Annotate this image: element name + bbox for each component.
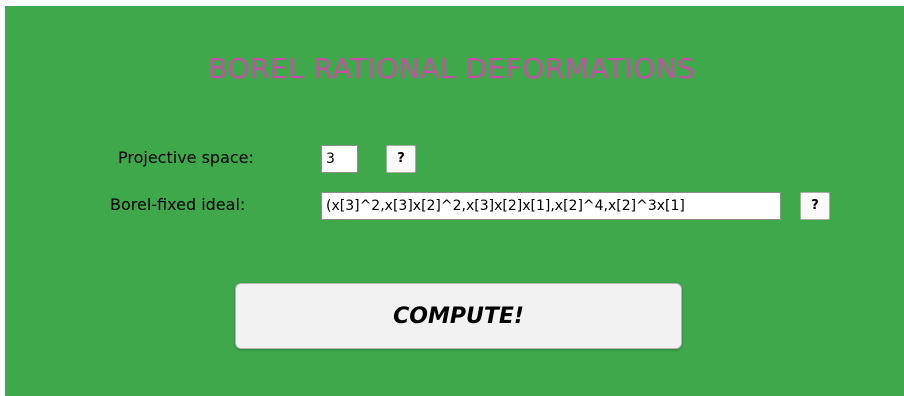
projective-space-help-button[interactable]: ?: [386, 145, 416, 173]
projective-space-label: Projective space:: [118, 148, 254, 167]
compute-button[interactable]: COMPUTE!: [235, 283, 682, 349]
projective-space-input[interactable]: [321, 145, 358, 173]
borel-ideal-input[interactable]: [321, 192, 781, 220]
page-title: BOREL RATIONAL DEFORMATIONS: [208, 52, 696, 85]
borel-ideal-help-button[interactable]: ?: [800, 192, 830, 220]
borel-ideal-label: Borel-fixed ideal:: [110, 195, 246, 214]
